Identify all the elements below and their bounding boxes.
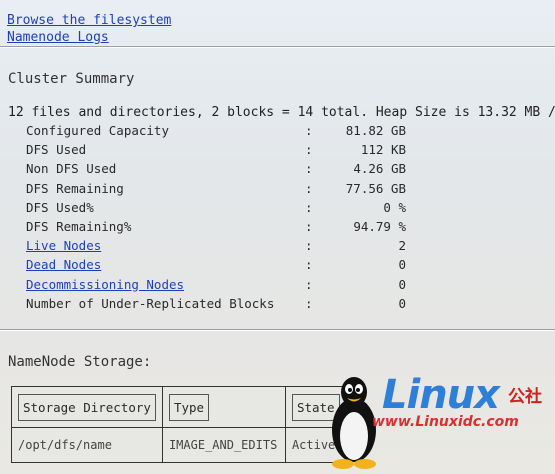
cluster-summary-title: Cluster Summary — [8, 71, 135, 87]
stat-separator: : — [305, 218, 313, 234]
stat-row: DFS Remaining: 77.56 GB — [26, 181, 406, 200]
stat-row: Configured Capacity: 81.82 GB — [26, 123, 406, 142]
table-row: /opt/dfs/name IMAGE_AND_EDITS Active — [11, 427, 347, 463]
table-header-row: Storage Directory Type State — [11, 386, 347, 428]
divider — [0, 46, 555, 48]
stat-separator: : — [305, 142, 313, 158]
stat-row: DFS Used%: 0 % — [26, 200, 406, 219]
stat-row: DFS Remaining%: 94.79 % — [26, 219, 406, 238]
stat-row: Dead Nodes: 0 — [26, 257, 406, 276]
divider — [0, 329, 555, 331]
stat-separator: : — [305, 161, 313, 177]
stat-value: 0 % — [383, 199, 406, 215]
summary-line: 12 files and directories, 2 blocks = 14 … — [8, 105, 555, 120]
stat-link[interactable]: Live Nodes — [26, 238, 101, 253]
stat-label: DFS Used — [26, 142, 87, 158]
browse-filesystem-link[interactable]: Browse the filesystem — [7, 13, 171, 28]
stat-value: 0 — [398, 276, 406, 292]
column-header-label: Type — [168, 393, 210, 421]
stat-value: 2 — [398, 238, 406, 254]
stat-value: 112 KB — [360, 142, 406, 158]
stat-value: 0 — [398, 257, 406, 273]
stat-separator: : — [305, 123, 313, 138]
stat-separator: : — [305, 295, 313, 311]
stat-link[interactable]: Decommissioning Nodes — [26, 277, 184, 292]
stat-row: Non DFS Used: 4.26 GB — [26, 161, 406, 180]
namenode-storage-title: NameNode Storage: — [8, 354, 152, 370]
cluster-stats: Configured Capacity: 81.82 GB DFS Used: 112… — [26, 123, 406, 315]
stat-label: DFS Remaining% — [26, 218, 132, 234]
stat-row: Live Nodes: 2 — [26, 238, 406, 257]
stat-label: DFS Used% — [26, 199, 94, 215]
stat-separator: : — [305, 276, 313, 292]
watermark-brand: Linux — [382, 372, 500, 418]
stat-separator: : — [305, 238, 313, 254]
stat-label: Configured Capacity — [26, 123, 169, 138]
stat-value: 4.26 GB — [353, 161, 406, 177]
stat-separator: : — [305, 180, 313, 196]
stat-row: Number of Under-Replicated Blocks: 0 — [26, 296, 406, 315]
namenode-logs-link[interactable]: Namenode Logs — [7, 30, 109, 45]
column-header: Type — [161, 386, 286, 428]
table-cell: IMAGE_AND_EDITS — [161, 427, 286, 463]
watermark: Linux 公社 www.Linuxidc.com — [326, 372, 555, 474]
stat-label: Non DFS Used — [26, 161, 117, 177]
column-header: Storage Directory — [11, 386, 163, 428]
top-navigation: Browse the filesystem Namenode Logs — [7, 12, 171, 46]
stat-separator: : — [305, 199, 313, 215]
table-cell: /opt/dfs/name — [11, 427, 163, 463]
stat-label: Number of Under-Replicated Blocks — [26, 295, 275, 311]
watermark-url: www.Linuxidc.com — [372, 414, 519, 430]
storage-table: Storage Directory Type State /opt/dfs/na… — [11, 386, 347, 463]
column-header-label: Storage Directory — [18, 393, 156, 421]
stat-row: DFS Used: 112 KB — [26, 142, 406, 161]
stat-row: Decommissioning Nodes: 0 — [26, 277, 406, 296]
stat-link[interactable]: Dead Nodes — [26, 257, 101, 272]
watermark-brand-cn: 公社 — [508, 387, 542, 407]
stat-value: 94.79 % — [353, 218, 406, 234]
stat-value: 0 — [398, 295, 406, 311]
stat-label: DFS Remaining — [26, 180, 124, 196]
stat-value: 81.82 GB — [345, 123, 406, 138]
stat-value: 77.56 GB — [345, 180, 406, 196]
stat-separator: : — [305, 257, 313, 273]
